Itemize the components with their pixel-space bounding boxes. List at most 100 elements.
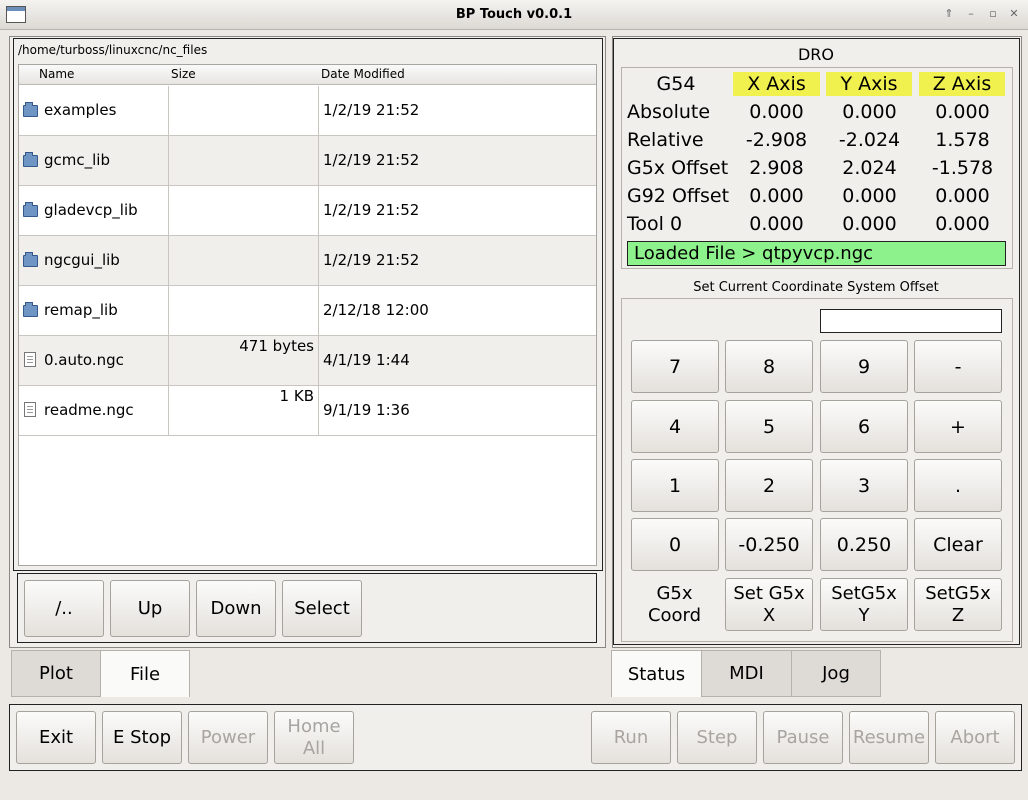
dro-value-y: 0.000 bbox=[842, 213, 897, 235]
keypad-button[interactable]: 7 bbox=[631, 340, 719, 393]
dro-row-label: G92 Offset bbox=[627, 185, 730, 207]
current-path: /home/turboss/linuxcnc/nc_files bbox=[18, 43, 208, 57]
set-g5x-x-line1: Set G5x bbox=[733, 582, 805, 604]
g5x-label-line1: G5x bbox=[656, 583, 693, 604]
dro-value-z: 1.578 bbox=[935, 129, 990, 151]
set-g5x-z-button[interactable]: SetG5x Z bbox=[914, 578, 1002, 631]
file-name: gcmc_lib bbox=[44, 151, 110, 169]
tab-mdi[interactable]: MDI bbox=[701, 650, 792, 697]
file-table[interactable]: Name Size Date Modified examples 1/2/19 2… bbox=[18, 64, 597, 566]
dro-value-y: 0.000 bbox=[842, 185, 897, 207]
abort-button[interactable]: Abort bbox=[935, 711, 1015, 764]
file-name: examples bbox=[44, 101, 117, 119]
file-row[interactable]: gladevcp_lib 1/2/19 21:52 bbox=[19, 186, 596, 236]
maximize-icon[interactable]: ▫ bbox=[986, 7, 1000, 21]
set-g5x-y-button[interactable]: SetG5x Y bbox=[820, 578, 908, 631]
keypad-button[interactable]: 8 bbox=[725, 340, 813, 393]
resume-button[interactable]: Resume bbox=[849, 711, 929, 764]
file-name-cell: 0.auto.ngc bbox=[19, 336, 169, 385]
dro-value-y: -2.024 bbox=[838, 129, 901, 151]
file-date-cell: 9/1/19 1:36 bbox=[319, 386, 596, 435]
exit-button[interactable]: Exit bbox=[16, 711, 96, 764]
file-name-cell: examples bbox=[19, 86, 169, 135]
window-title: BP Touch v0.0.1 bbox=[455, 7, 573, 22]
keypad-button[interactable]: -0.250 bbox=[725, 518, 813, 571]
shade-icon[interactable]: ⇑ bbox=[942, 7, 956, 21]
dro-value-x: 0.000 bbox=[749, 185, 804, 207]
keypad-button[interactable]: - bbox=[914, 340, 1002, 393]
select-button[interactable]: Select bbox=[282, 580, 362, 637]
keypad-button[interactable]: 5 bbox=[725, 400, 813, 453]
file-name-cell: remap_lib bbox=[19, 286, 169, 335]
keypad-button[interactable]: Clear bbox=[914, 518, 1002, 571]
tab-jog[interactable]: Jog bbox=[791, 650, 881, 697]
keypad-button[interactable]: 9 bbox=[820, 340, 908, 393]
tab-plot[interactable]: Plot bbox=[11, 650, 101, 697]
column-size[interactable]: Size bbox=[171, 67, 196, 81]
coord-system-label: G54 bbox=[656, 73, 696, 95]
pause-button[interactable]: Pause bbox=[763, 711, 843, 764]
file-date: 1/2/19 21:52 bbox=[323, 101, 420, 119]
file-size-cell bbox=[169, 286, 319, 335]
dro-value-z: 0.000 bbox=[935, 185, 990, 207]
home-all-line1: Home bbox=[287, 715, 341, 737]
file-row[interactable]: readme.ngc 1 KB 9/1/19 1:36 bbox=[19, 386, 596, 436]
dro-value-x: 2.908 bbox=[749, 157, 804, 179]
folder-icon bbox=[23, 102, 38, 117]
keypad-button[interactable]: 1 bbox=[631, 459, 719, 512]
keypad-button[interactable]: 2 bbox=[725, 459, 813, 512]
keypad-button[interactable]: 0 bbox=[631, 518, 719, 571]
root-dir-button[interactable]: /.. bbox=[24, 580, 104, 637]
tab-status[interactable]: Status bbox=[611, 650, 702, 697]
file-date: 4/1/19 1:44 bbox=[323, 351, 410, 369]
minimize-icon[interactable]: – bbox=[964, 7, 978, 21]
set-g5x-y-line1: SetG5x bbox=[831, 582, 897, 604]
set-g5x-z-line1: SetG5x bbox=[925, 582, 991, 604]
keypad-button[interactable]: 3 bbox=[820, 459, 908, 512]
file-row[interactable]: ngcgui_lib 1/2/19 21:52 bbox=[19, 236, 596, 286]
file-date-cell: 1/2/19 21:52 bbox=[319, 86, 596, 135]
step-button[interactable]: Step bbox=[677, 711, 757, 764]
power-button[interactable]: Power bbox=[188, 711, 268, 764]
set-g5x-x-line2: X bbox=[762, 604, 776, 626]
file-name: ngcgui_lib bbox=[44, 251, 120, 269]
column-date-modified[interactable]: Date Modified bbox=[321, 67, 405, 81]
file-name-cell: readme.ngc bbox=[19, 386, 169, 435]
file-size: 1 KB bbox=[279, 387, 314, 405]
file-size-cell: 471 bytes bbox=[169, 336, 319, 385]
keypad-button[interactable]: 0.250 bbox=[820, 518, 908, 571]
file-size-cell bbox=[169, 186, 319, 235]
keypad-button[interactable]: 6 bbox=[820, 400, 908, 453]
dro-value-z: 0.000 bbox=[935, 101, 990, 123]
file-size-cell: 1 KB bbox=[169, 386, 319, 435]
column-name[interactable]: Name bbox=[39, 67, 74, 81]
file-name-cell: gladevcp_lib bbox=[19, 186, 169, 235]
file-row[interactable]: remap_lib 2/12/18 12:00 bbox=[19, 286, 596, 336]
offset-input[interactable] bbox=[820, 309, 1002, 333]
dro-row-label: Absolute bbox=[627, 101, 711, 123]
home-all-line2: All bbox=[302, 737, 326, 759]
keypad-button[interactable]: 4 bbox=[631, 400, 719, 453]
down-button[interactable]: Down bbox=[196, 580, 276, 637]
home-all-button[interactable]: Home All bbox=[274, 711, 354, 764]
run-button[interactable]: Run bbox=[591, 711, 671, 764]
close-icon[interactable]: ✕ bbox=[1007, 7, 1021, 21]
file-table-header: Name Size Date Modified bbox=[19, 65, 596, 85]
estop-button[interactable]: E Stop bbox=[102, 711, 182, 764]
dro-value-y: 0.000 bbox=[842, 101, 897, 123]
g5x-coord-label: G5x Coord bbox=[630, 583, 719, 627]
file-name: remap_lib bbox=[44, 301, 118, 319]
set-g5x-x-button[interactable]: Set G5x X bbox=[725, 578, 813, 631]
dro-value-z: -1.578 bbox=[931, 157, 994, 179]
up-button[interactable]: Up bbox=[110, 580, 190, 637]
file-row[interactable]: examples 1/2/19 21:52 bbox=[19, 86, 596, 136]
file-date: 2/12/18 12:00 bbox=[323, 301, 429, 319]
folder-icon bbox=[23, 152, 38, 167]
file-row[interactable]: 0.auto.ngc 471 bytes 4/1/19 1:44 bbox=[19, 336, 596, 386]
keypad-button[interactable]: + bbox=[914, 400, 1002, 453]
file-row[interactable]: gcmc_lib 1/2/19 21:52 bbox=[19, 136, 596, 186]
tab-file[interactable]: File bbox=[100, 650, 190, 697]
keypad-button[interactable]: . bbox=[914, 459, 1002, 512]
dro-value-z: 0.000 bbox=[935, 213, 990, 235]
file-icon bbox=[24, 352, 36, 367]
